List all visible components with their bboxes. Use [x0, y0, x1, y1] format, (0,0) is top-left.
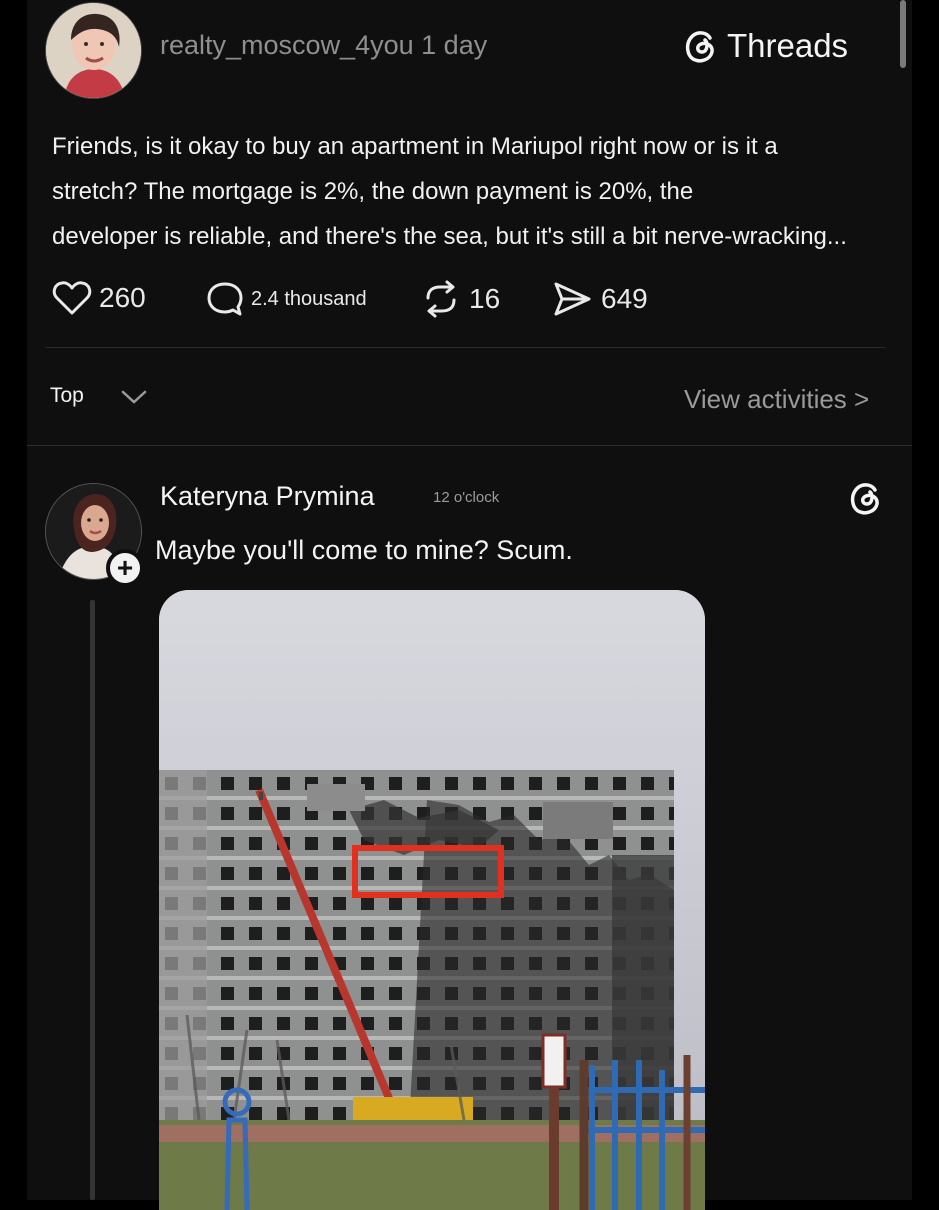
thread-connector — [90, 600, 95, 1200]
view-activities-link[interactable]: View activities > — [684, 384, 869, 415]
author-username[interactable]: realty_moscow_4you — [160, 30, 414, 60]
damaged-apartment-photo — [159, 590, 705, 1210]
sort-selector[interactable]: Top — [50, 384, 84, 408]
brand-label: Threads — [727, 27, 849, 64]
repost-button[interactable]: 16 — [420, 280, 500, 318]
chevron-down-icon[interactable] — [120, 388, 148, 406]
stats-divider — [45, 347, 885, 348]
scrollbar[interactable] — [900, 0, 906, 68]
share-count: 649 — [601, 283, 648, 314]
like-button[interactable]: 260 — [52, 280, 146, 316]
comment-bubble-icon — [207, 282, 243, 316]
threads-logo-icon[interactable] — [848, 480, 884, 516]
avatar-icon — [46, 3, 141, 98]
post-meta: realty_moscow_4you 1 day — [160, 30, 487, 61]
repost-count: 16 — [469, 283, 501, 314]
attached-photo[interactable] — [159, 590, 705, 1210]
heart-icon — [52, 281, 92, 315]
section-divider — [27, 445, 912, 446]
comment-count: 2.4 thousand — [251, 287, 367, 310]
author-avatar[interactable] — [45, 2, 142, 99]
post-time: 1 day — [421, 30, 488, 60]
send-icon — [554, 282, 591, 316]
threads-brand[interactable]: Threads — [683, 27, 848, 65]
share-button[interactable]: 649 — [552, 280, 648, 318]
repost-icon — [426, 280, 456, 318]
threads-logo-icon — [685, 31, 714, 63]
reply-author-name[interactable]: Kateryna Prymina — [160, 481, 375, 512]
follow-button[interactable]: + — [106, 549, 144, 587]
reply-time: 12 o'clock — [433, 489, 500, 506]
like-count: 260 — [99, 282, 146, 313]
comment-button[interactable]: 2.4 thousand — [206, 280, 367, 318]
reply-body: Maybe you'll come to mine? Scum. — [155, 535, 573, 565]
post-body: Friends, is it okay to buy an apartment … — [52, 133, 847, 250]
